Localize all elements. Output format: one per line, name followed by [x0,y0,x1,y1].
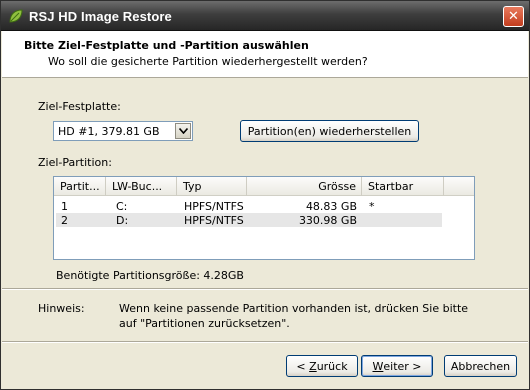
hint-line-2: auf "Partitionen zurücksetzen". [119,317,290,330]
partition-number: 1 [61,200,68,213]
partition-list[interactable]: Partit... LW-Buc... Typ Grösse Startbar … [53,176,475,260]
window-title: RSJ HD Image Restore [29,9,172,24]
partition-size: 48.83 GB [305,200,357,213]
target-disk-value: HD #1, 379.81 GB [58,125,160,138]
table-row[interactable]: 1 C: HPFS/NTFS 48.83 GB * [56,199,496,213]
back-label: urück [316,359,348,373]
hint-line-1: Wenn keine passende Partition vorhanden … [119,302,469,315]
restore-partitions-button[interactable]: Partition(en) wiederherstellen [240,120,419,142]
divider [2,288,528,290]
required-size-text: Benötigte Partitionsgröße: 4.28GB [56,269,244,282]
target-disk-select[interactable]: HD #1, 379.81 GB [53,121,193,141]
wizard-header: Bitte Ziel-Festplatte und -Partition aus… [2,31,528,78]
column-size[interactable]: Grösse [247,177,362,196]
column-type[interactable]: Typ [177,177,247,196]
partition-type: HPFS/NTFS [184,214,244,227]
next-accesskey: W [372,359,384,373]
chevron-down-icon[interactable] [175,123,191,139]
header-title: Bitte Ziel-Festplatte und -Partition aus… [24,39,309,52]
partition-number: 2 [61,214,68,227]
dialog-window: RSJ HD Image Restore ✕ Bitte Ziel-Festpl… [0,0,530,390]
divider [2,341,528,343]
header-subtitle: Wo soll die gesicherte Partition wiederh… [48,55,368,68]
app-icon [9,9,23,23]
column-drive-letter[interactable]: LW-Buc... [106,177,177,196]
back-accesskey: Z [309,359,317,373]
target-partition-label: Ziel-Partition: [38,156,112,169]
title-bar[interactable]: RSJ HD Image Restore ✕ [1,1,529,31]
drive-letter: D: [116,214,129,227]
partition-list-header: Partit... LW-Buc... Typ Grösse Startbar [54,177,474,196]
next-label: eiter > [383,359,422,373]
column-partition[interactable]: Partit... [54,177,106,196]
partition-size: 330.98 GB [298,214,357,227]
close-icon: ✕ [508,9,519,24]
next-button[interactable]: Weiter > [361,355,433,377]
bootable-flag: * [369,200,375,213]
column-bootable[interactable]: Startbar [362,177,444,196]
hint-label: Hinweis: [38,302,85,315]
table-row[interactable]: 2 D: HPFS/NTFS 330.98 GB [56,213,442,227]
close-button[interactable]: ✕ [503,6,524,27]
cancel-button[interactable]: Abbrechen [444,355,517,377]
back-prefix: < [296,359,310,373]
back-button[interactable]: < Zurück [286,355,358,377]
target-disk-label: Ziel-Festplatte: [38,100,121,113]
drive-letter: C: [116,200,128,213]
partition-type: HPFS/NTFS [184,200,244,213]
